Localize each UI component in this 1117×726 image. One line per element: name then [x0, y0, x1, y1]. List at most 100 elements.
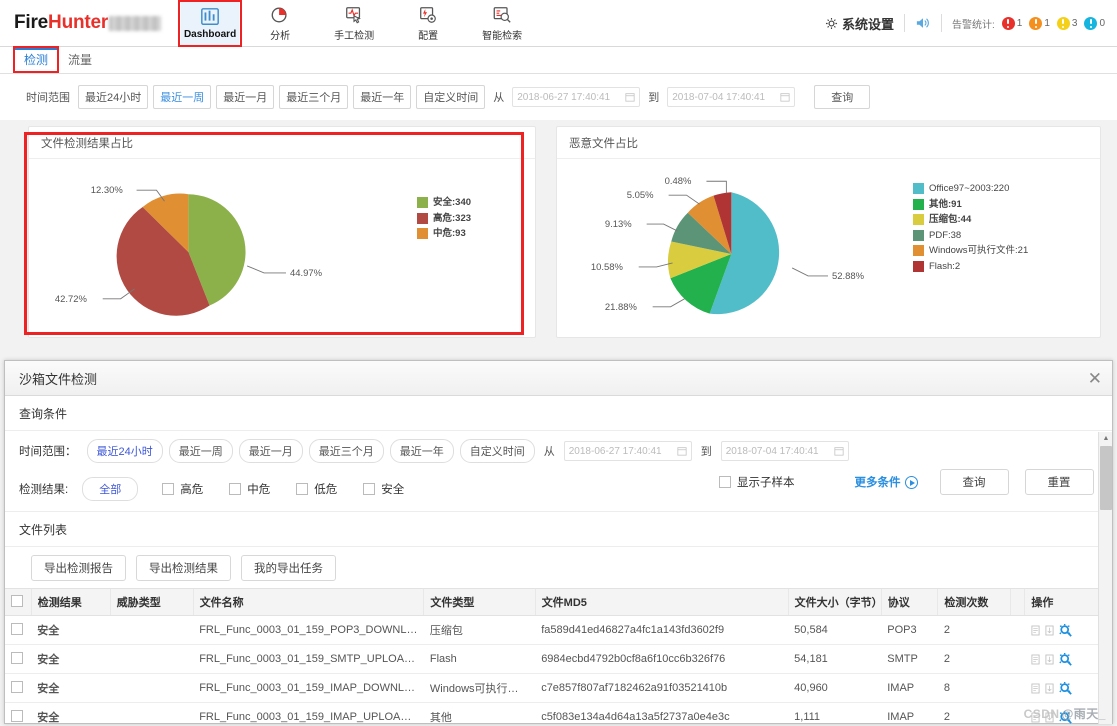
document-icon[interactable]	[1031, 683, 1040, 694]
alert-critical[interactable]: 1	[1001, 16, 1022, 30]
show-subsample-checkbox[interactable]	[719, 476, 731, 488]
col-detection-result[interactable]: 检测结果	[30, 588, 111, 616]
legend-item-safe[interactable]: 安全:340	[417, 195, 471, 211]
col-file-name[interactable]: 文件名称	[192, 588, 424, 616]
row-checkbox[interactable]	[11, 709, 23, 722]
legend-swatch-office	[913, 183, 924, 195]
row-select-cell	[5, 615, 32, 645]
table-row[interactable]: 安全 FRL_Func_0003_01_159_POP3_DOWNLO... 压…	[5, 615, 1112, 645]
col-protocol[interactable]: 协议	[880, 588, 938, 616]
result-filter-safe-row[interactable]: 安全	[363, 481, 404, 497]
range-year-button[interactable]: 最近一年	[353, 85, 412, 109]
operation-icons	[1031, 652, 1106, 666]
download-icon[interactable]	[1045, 712, 1054, 723]
legend-item-office[interactable]: Office97~2003:220	[913, 181, 1028, 197]
my-export-tasks-button[interactable]: 我的导出任务	[241, 555, 336, 581]
detail-search-icon[interactable]	[1059, 710, 1073, 724]
alert-medium[interactable]: 3	[1056, 16, 1077, 30]
to-date-input[interactable]: 2018-07-04 17:40:41	[667, 87, 796, 107]
legend-item-windows-exe[interactable]: Windows可执行文件:21	[913, 243, 1028, 259]
dialog-range-24h-button[interactable]: 最近24小时	[86, 439, 163, 463]
operation-icons	[1031, 623, 1106, 637]
from-date-input[interactable]: 2018-06-27 17:40:41	[512, 87, 641, 107]
range-month-button[interactable]: 最近一月	[216, 85, 275, 109]
legend-item-high[interactable]: 高危:323	[417, 211, 471, 227]
export-result-button[interactable]: 导出检测结果	[136, 555, 231, 581]
nav-item-smart-search[interactable]: 智能检索	[469, 1, 535, 46]
legend-item-medium[interactable]: 中危:93	[417, 226, 471, 242]
dialog-to-date-value: 2018-07-04 17:40:41	[725, 445, 819, 457]
col-threat-type[interactable]: 威胁类型	[109, 588, 194, 616]
dialog-range-month-button[interactable]: 最近一月	[238, 439, 303, 463]
legend-swatch-medium	[417, 228, 428, 240]
legend-item-other[interactable]: 其他:91	[913, 197, 1028, 213]
col-file-md5[interactable]: 文件MD5	[534, 588, 789, 616]
col-file-size[interactable]: 文件大小（字节）	[787, 588, 883, 616]
download-icon[interactable]	[1045, 683, 1054, 694]
row-checkbox[interactable]	[11, 622, 23, 635]
result-filter-high-row[interactable]: 高危	[162, 481, 203, 497]
tab-detection[interactable]: 检测	[12, 46, 60, 73]
nav-item-dashboard[interactable]: Dashboard	[178, 0, 243, 47]
sound-icon[interactable]	[915, 16, 931, 30]
result-filter-low-row[interactable]: 低危	[296, 481, 337, 497]
row-checkbox[interactable]	[11, 651, 23, 664]
document-icon[interactable]	[1031, 712, 1040, 723]
nav-item-config[interactable]: 配置	[399, 1, 457, 46]
result-filter-medium-checkbox[interactable]	[229, 483, 242, 495]
close-icon[interactable]: ✕	[1088, 370, 1102, 387]
alert-info[interactable]: 0	[1084, 16, 1105, 30]
range-custom-button[interactable]: 自定义时间	[416, 85, 486, 109]
table-row[interactable]: 安全 FRL_Func_0003_01_159_IMAP_UPLOAD.e...…	[5, 702, 1112, 724]
table-row[interactable]: 安全 FRL_Func_0003_01_159_SMTP_UPLOAD.s...…	[5, 644, 1112, 674]
dialog-scrollbar[interactable]: ▲	[1098, 432, 1112, 724]
range-24h-button[interactable]: 最近24小时	[78, 85, 149, 109]
range-week-button[interactable]: 最近一周	[153, 85, 212, 109]
show-subsample-checkbox-row[interactable]: 显示子样本	[719, 474, 795, 490]
col-detect-count[interactable]: 检测次数	[937, 588, 1011, 616]
dialog-range-three-months-button[interactable]: 最近三个月	[308, 439, 384, 463]
dialog-range-year-button[interactable]: 最近一年	[389, 439, 454, 463]
nav-item-manual-detect[interactable]: 手工检测	[321, 1, 387, 46]
alert-high[interactable]: 1	[1029, 16, 1050, 30]
detail-search-icon[interactable]	[1059, 623, 1073, 637]
system-settings-button[interactable]: 系统设置	[825, 14, 894, 33]
dialog-from-date-input[interactable]: 2018-06-27 17:40:41	[563, 441, 692, 461]
result-filter-all[interactable]: 全部	[82, 477, 139, 501]
dialog-range-custom-button[interactable]: 自定义时间	[459, 439, 535, 463]
table-row[interactable]: 安全 FRL_Func_0003_01_159_IMAP_DOWNLOA... …	[5, 673, 1112, 703]
more-conditions-link[interactable]: 更多条件	[855, 474, 918, 490]
scroll-up-arrow-icon[interactable]: ▲	[1099, 432, 1112, 445]
result-filter-high-checkbox[interactable]	[162, 483, 175, 495]
detail-search-icon[interactable]	[1059, 681, 1073, 695]
legend-item-archive[interactable]: 压缩包:44	[913, 212, 1028, 228]
select-all-checkbox[interactable]	[11, 594, 23, 607]
dialog-to-date-input[interactable]: 2018-07-04 17:40:41	[720, 441, 849, 461]
result-filter-low-checkbox[interactable]	[296, 483, 309, 495]
nav-item-analysis[interactable]: 分析	[251, 1, 309, 46]
row-checkbox[interactable]	[11, 680, 23, 693]
row-spacer	[1010, 615, 1025, 645]
download-icon[interactable]	[1045, 654, 1054, 665]
result-filter-safe-checkbox[interactable]	[363, 483, 376, 495]
col-file-type[interactable]: 文件类型	[423, 588, 536, 616]
dialog-query-button[interactable]: 查询	[939, 469, 1009, 495]
legend-item-flash[interactable]: Flash:2	[913, 259, 1028, 275]
dialog-reset-button[interactable]: 重置	[1024, 469, 1094, 495]
scrollbar-thumb[interactable]	[1100, 446, 1112, 510]
legend-item-pdf[interactable]: PDF:38	[913, 228, 1028, 244]
row-md5: 6984ecbd4792b0cf8a6f10cc6b326f76	[535, 644, 789, 674]
tab-traffic[interactable]: 流量	[58, 48, 102, 73]
download-icon[interactable]	[1045, 625, 1054, 636]
row-filename: FRL_Func_0003_01_159_POP3_DOWNLO...	[193, 615, 424, 645]
document-icon[interactable]	[1031, 654, 1040, 665]
nav-label-manual-detect: 手工检测	[334, 30, 375, 42]
query-button[interactable]: 查询	[814, 85, 871, 109]
dialog-range-week-button[interactable]: 最近一周	[168, 439, 233, 463]
range-three-months-button[interactable]: 最近三个月	[279, 85, 349, 109]
export-report-button[interactable]: 导出检测报告	[31, 555, 126, 581]
result-filter-medium-row[interactable]: 中危	[229, 481, 270, 497]
document-icon[interactable]	[1031, 625, 1040, 636]
row-count: 2	[937, 702, 1011, 724]
detail-search-icon[interactable]	[1059, 652, 1073, 666]
